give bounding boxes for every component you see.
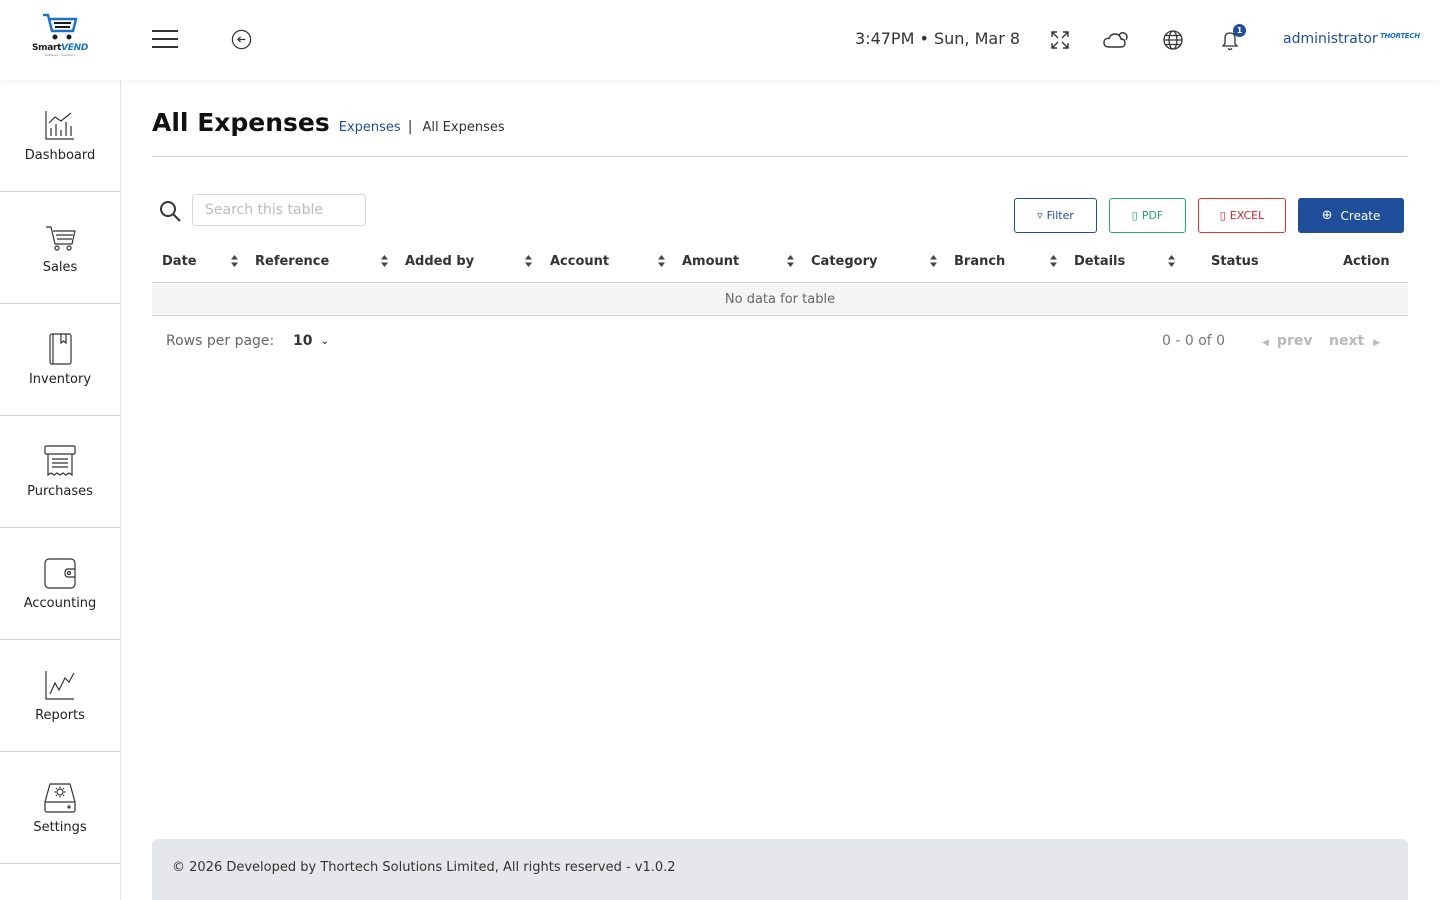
column-header-amount[interactable]: Amount [682, 254, 739, 269]
app-logo[interactable]: SmartVEND Software · Inventory [30, 12, 90, 68]
breadcrumb-current: All Expenses [422, 120, 505, 135]
sidebar-item-reports[interactable]: Reports [0, 640, 120, 752]
breadcrumb-expenses-link[interactable]: Expenses [339, 120, 401, 135]
column-header-added-by[interactable]: Added by [405, 254, 474, 269]
logo-subtitle: Software · Inventory [44, 53, 76, 57]
prev-page-button[interactable]: ◀ prev [1262, 333, 1312, 349]
notification-bell-button[interactable]: 1 [1216, 24, 1246, 54]
sort-icon[interactable] [230, 254, 239, 268]
sort-icon[interactable] [380, 254, 389, 268]
column-header-account[interactable]: Account [550, 254, 609, 269]
fullscreen-icon[interactable] [1046, 26, 1074, 54]
menu-toggle-button[interactable] [152, 30, 178, 50]
sort-icon[interactable] [1049, 254, 1058, 268]
sort-icon[interactable] [1167, 254, 1176, 268]
sidebar-item-label: Inventory [28, 372, 92, 387]
menu-icon-line [152, 46, 178, 48]
sort-icon[interactable] [929, 254, 938, 268]
caret-right-icon: ▶ [1373, 338, 1381, 348]
sidebar: Dashboard Sales Inventory Purchases Acco… [0, 80, 121, 900]
sort-icon[interactable] [786, 254, 795, 268]
column-header-category[interactable]: Category [811, 254, 877, 269]
chart-icon [45, 671, 75, 700]
sidebar-item-label: Accounting [23, 596, 97, 611]
chevron-down-icon: ⌄ [320, 335, 329, 347]
excel-export-button[interactable]: ▯ EXCEL [1198, 198, 1286, 233]
column-header-branch[interactable]: Branch [954, 254, 1005, 269]
table-header: Date Reference Added by Account Amount C… [152, 248, 1408, 283]
current-datetime: 3:47PM • Sun, Mar 8 [855, 29, 1021, 48]
caret-left-icon: ◀ [1262, 338, 1269, 348]
top-header: SmartVEND Software · Inventory 3:47PM • … [0, 0, 1440, 80]
rows-per-page-value: 10 [293, 333, 313, 349]
prev-label: prev [1276, 333, 1313, 349]
sidebar-item-purchases[interactable]: Purchases [0, 416, 120, 528]
pdf-label: PDF [1141, 209, 1164, 222]
excel-file-icon: ▯ [1219, 209, 1226, 222]
sort-icon[interactable] [524, 254, 533, 268]
rows-per-page-select[interactable]: 10 ⌄ [293, 333, 329, 349]
sort-icon[interactable] [657, 254, 666, 268]
column-header-action: Action [1343, 254, 1390, 269]
rows-per-page-label: Rows per page: [166, 333, 275, 349]
column-header-details[interactable]: Details [1074, 254, 1125, 269]
menu-icon-line [152, 38, 178, 40]
next-label: next [1329, 333, 1365, 349]
dashboard-icon [45, 111, 74, 140]
book-icon [49, 333, 72, 365]
sidebar-item-label: Purchases [27, 484, 93, 499]
plus-circle-icon: ⊕ [1321, 208, 1333, 223]
sidebar-item-sales[interactable]: Sales [0, 192, 120, 304]
table-empty-message: No data for table [152, 283, 1408, 316]
user-name[interactable]: administrator [1283, 31, 1378, 47]
search-input[interactable] [192, 194, 366, 226]
page-title: All Expenses [152, 108, 330, 137]
sidebar-item-label: Sales [42, 260, 78, 275]
filter-button[interactable]: ▿ Filter [1014, 198, 1097, 233]
excel-label: EXCEL [1229, 209, 1265, 222]
create-button[interactable]: ⊕ Create [1298, 198, 1404, 233]
back-icon[interactable] [230, 28, 253, 51]
footer: © 2026 Developed by Thortech Solutions L… [152, 839, 1408, 900]
pagination-range: 0 - 0 of 0 [1162, 333, 1226, 349]
sidebar-item-inventory[interactable]: Inventory [0, 304, 120, 416]
filter-icon: ▿ [1037, 209, 1043, 222]
cart-logo-icon [43, 13, 78, 40]
receipt-icon [44, 445, 76, 477]
notification-count-badge: 1 [1233, 24, 1246, 37]
weather-icon[interactable] [1102, 26, 1130, 54]
next-page-button[interactable]: next ▶ [1329, 333, 1380, 349]
page-header: All Expenses Expenses | All Expenses [152, 108, 505, 137]
column-header-date[interactable]: Date [162, 254, 197, 269]
column-header-status: Status [1211, 254, 1259, 269]
globe-icon[interactable] [1159, 26, 1187, 54]
create-label: Create [1340, 208, 1381, 223]
sidebar-item-label: Reports [35, 708, 85, 723]
pdf-export-button[interactable]: ▯ PDF [1109, 198, 1186, 233]
pdf-file-icon: ▯ [1131, 209, 1138, 222]
sidebar-item-settings[interactable]: Settings [0, 752, 120, 864]
column-header-reference[interactable]: Reference [255, 254, 329, 269]
wallet-icon [44, 558, 76, 589]
company-logo: THORTECH [1380, 32, 1420, 40]
gear-icon [44, 783, 76, 813]
header-divider [152, 156, 1408, 157]
breadcrumb-separator: | [407, 119, 413, 135]
sidebar-item-label: Dashboard [24, 148, 96, 163]
footer-copyright: © 2026 Developed by Thortech Solutions L… [172, 860, 676, 875]
cart-icon [46, 226, 76, 251]
menu-icon-line [152, 30, 178, 32]
filter-label: Filter [1046, 209, 1074, 222]
sidebar-item-accounting[interactable]: Accounting [0, 528, 120, 640]
search-icon [160, 201, 181, 222]
sidebar-item-label: Settings [33, 820, 87, 835]
logo-text: SmartVEND [31, 43, 89, 53]
sidebar-item-dashboard[interactable]: Dashboard [0, 80, 120, 192]
